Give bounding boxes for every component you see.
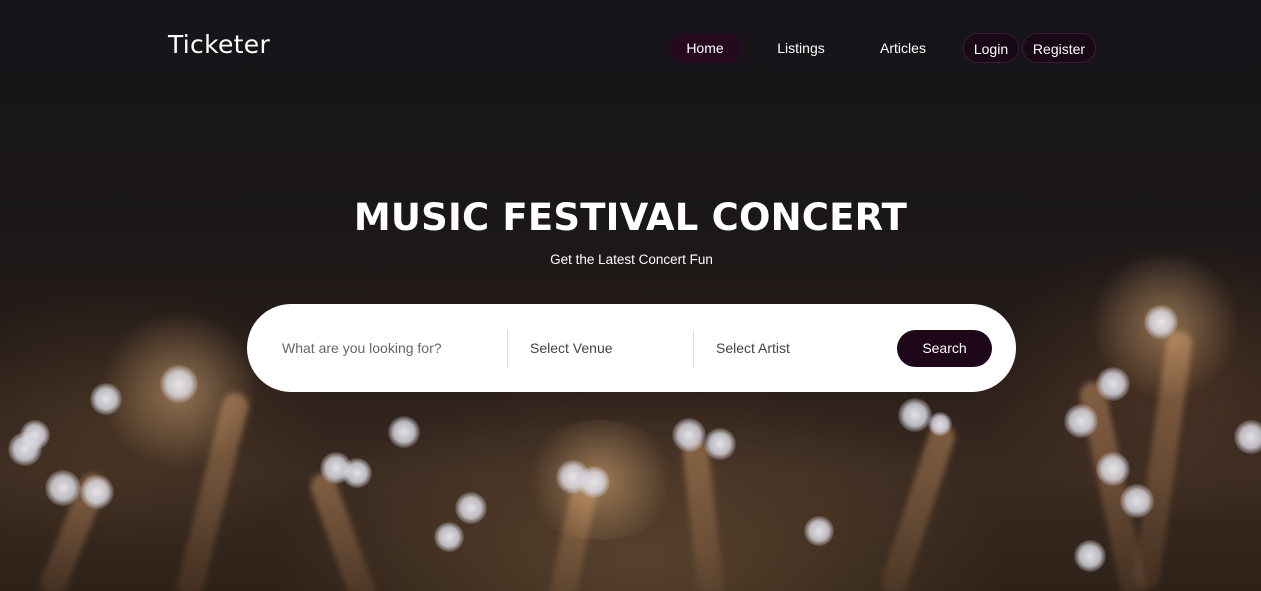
raised-arm — [877, 420, 959, 591]
phone-light — [1234, 420, 1261, 454]
brand-logo[interactable]: Ticketer — [168, 30, 270, 59]
phone-light — [342, 458, 372, 488]
hero-title: MUSIC FESTIVAL CONCERT — [353, 196, 908, 239]
hero-subtitle: Get the Latest Concert Fun — [550, 252, 713, 267]
search-query-field — [282, 304, 502, 392]
register-button[interactable]: Register — [1022, 33, 1096, 63]
raised-arm — [306, 469, 380, 591]
phone-light — [1120, 484, 1154, 518]
phone-light — [556, 460, 590, 494]
phone-light — [45, 470, 81, 506]
phone-light — [90, 383, 122, 415]
phone-light — [320, 452, 352, 484]
phone-light — [80, 475, 114, 509]
raised-arm — [1077, 379, 1149, 591]
search-divider — [507, 330, 508, 368]
phone-light — [160, 365, 198, 403]
raised-arm — [36, 469, 110, 591]
phone-light — [1144, 305, 1178, 339]
nav-item-listings[interactable]: Listings — [764, 33, 838, 63]
phone-light — [388, 416, 420, 448]
raised-arm — [546, 478, 600, 591]
light-glow — [1090, 250, 1240, 400]
search-button[interactable]: Search — [897, 330, 992, 367]
phone-light — [20, 420, 50, 450]
phone-light — [8, 432, 42, 466]
phone-light — [1064, 404, 1098, 438]
venue-select[interactable]: Select Venue — [530, 304, 680, 392]
raised-arm — [1132, 329, 1194, 591]
search-input[interactable] — [282, 340, 492, 356]
search-divider — [693, 330, 694, 368]
light-glow — [520, 420, 680, 540]
phone-light — [455, 492, 487, 524]
phone-light — [1074, 540, 1106, 572]
raised-arm — [174, 389, 252, 591]
phone-light — [704, 428, 736, 460]
phone-light — [672, 418, 706, 452]
phone-light — [434, 522, 464, 552]
phone-light — [1096, 452, 1130, 486]
phone-light — [928, 412, 952, 436]
search-bar: Select Venue Select Artist Search — [247, 304, 1016, 392]
raised-arm — [681, 439, 725, 591]
nav-item-articles[interactable]: Articles — [866, 33, 940, 63]
phone-light — [1096, 367, 1130, 401]
light-glow — [100, 310, 260, 470]
login-button[interactable]: Login — [963, 33, 1019, 63]
artist-select[interactable]: Select Artist — [716, 304, 876, 392]
top-navbar: Ticketer Home Listings Articles Login Re… — [0, 0, 1261, 95]
phone-light — [578, 466, 610, 498]
phone-light — [804, 516, 834, 546]
phone-light — [898, 398, 932, 432]
hero-section: Ticketer Home Listings Articles Login Re… — [0, 0, 1261, 591]
nav-item-home[interactable]: Home — [669, 33, 741, 63]
